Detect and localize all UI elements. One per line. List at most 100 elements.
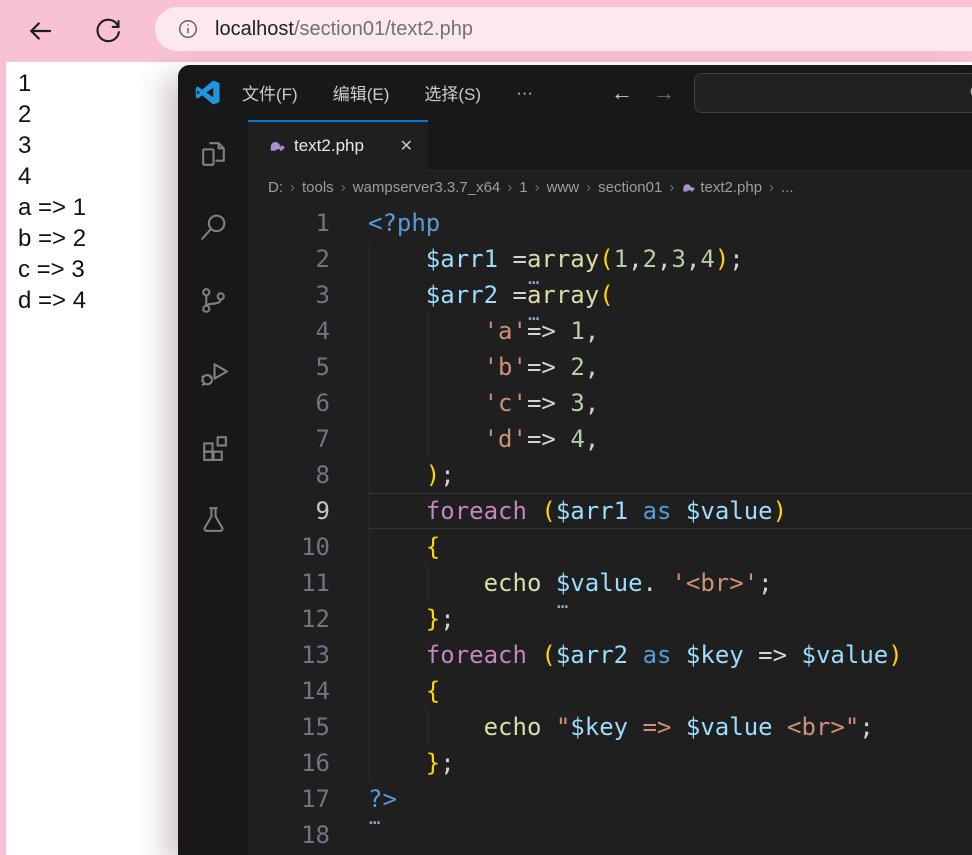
code-line[interactable]: 9 foreach ($arr1 as $value) xyxy=(248,493,972,529)
output-line: 2 xyxy=(18,101,32,128)
code-token: = xyxy=(498,281,527,309)
code-line[interactable]: 7 'd'=> 4, xyxy=(248,421,972,457)
menu-selection[interactable]: 选择(S) xyxy=(420,78,485,107)
menu-more[interactable]: ··· xyxy=(512,81,537,105)
code-line[interactable]: 15 echo "$key => $value <br>"; xyxy=(248,709,972,745)
code-token: ) xyxy=(888,641,903,669)
browser-output: 1 2 3 4 a => 1 b => 2 c => 3 d => 4 xyxy=(18,68,168,316)
code-text: $arr2 =array( xyxy=(330,277,614,332)
breadcrumb-item[interactable]: D: xyxy=(268,179,283,196)
code-line[interactable]: 17 ?> xyxy=(248,781,972,836)
code-token: ; xyxy=(440,461,455,489)
address-bar[interactable]: localhost/section01/text2.php xyxy=(155,7,972,51)
output-line: 4 xyxy=(18,163,32,190)
code-line[interactable]: 3 $arr2 =array( xyxy=(248,277,972,332)
line-number: 8 xyxy=(315,461,330,489)
explorer-icon[interactable] xyxy=(196,137,230,171)
code-token: ; xyxy=(729,245,744,273)
site-info-icon[interactable] xyxy=(177,18,199,40)
code-token: => xyxy=(526,389,571,417)
code-token: $arr1 xyxy=(555,497,629,525)
nav-forward-icon[interactable]: → xyxy=(650,79,678,107)
tab-bar: text2.php ✕ xyxy=(248,120,972,171)
tab-label: text2.php xyxy=(294,136,364,155)
breadcrumb-item[interactable]: 1 xyxy=(519,179,527,196)
code-line[interactable]: 5 'b'=> 2, xyxy=(248,349,972,385)
search-icon[interactable] xyxy=(196,210,230,244)
code-line[interactable]: 11 echo $value. '<br>'; xyxy=(248,565,972,620)
code-token: foreach xyxy=(425,641,527,669)
code-line[interactable]: 6 'c'=> 3, xyxy=(248,385,972,421)
code-token: , xyxy=(584,317,600,345)
code-token: 1 xyxy=(570,317,585,345)
code-line[interactable]: 12 }; xyxy=(248,601,972,637)
breadcrumb-file[interactable]: text2.php xyxy=(681,179,762,196)
breadcrumb-item[interactable]: www xyxy=(547,179,580,196)
breadcrumb: D: › tools › wampserver3.3.7_x64 › 1 › www › … xyxy=(248,170,972,205)
code-token: $value xyxy=(685,713,773,741)
browser-refresh-icon[interactable] xyxy=(90,13,126,49)
line-number: 10 xyxy=(301,533,330,561)
vscode-window: 文件(F) 编辑(E) 选择(S) ··· ← → text2.php ✕ D:… xyxy=(178,65,972,855)
code-line[interactable]: 13 foreach ($arr2 as $key => $value) xyxy=(248,637,972,673)
breadcrumb-item[interactable]: section01 xyxy=(598,179,662,196)
code-token-diagnostic: $value xyxy=(556,565,643,620)
code-token: ( xyxy=(599,245,614,273)
code-token: <?php xyxy=(368,209,441,237)
run-debug-icon[interactable] xyxy=(196,356,230,390)
code-token: 3 xyxy=(671,245,686,273)
source-control-icon[interactable] xyxy=(196,283,230,317)
code-text: 'a'=> 1, xyxy=(330,313,600,349)
code-line[interactable]: 4 'a'=> 1, xyxy=(248,313,972,349)
line-number: 14 xyxy=(301,677,330,705)
code-line[interactable]: 1 <?php xyxy=(248,205,972,241)
line-number: 2 xyxy=(315,245,330,273)
code-token: 1 xyxy=(613,245,629,273)
code-line[interactable]: 16 }; xyxy=(248,745,972,781)
editor-lines[interactable]: 1<?php2 $arr1 =array(1,2,3,4);3 $arr2 =a… xyxy=(248,205,972,855)
command-center-searchbox[interactable] xyxy=(694,73,972,113)
line-number: 3 xyxy=(315,281,330,309)
breadcrumb-item[interactable]: tools xyxy=(302,179,334,196)
code-token: , xyxy=(584,353,600,381)
code-token: , xyxy=(628,245,643,273)
code-line[interactable]: 2 $arr1 =array(1,2,3,4); xyxy=(248,241,972,296)
code-line[interactable]: 10 { xyxy=(248,529,972,565)
code-text: }; xyxy=(330,745,455,781)
tab-text2-php[interactable]: text2.php ✕ xyxy=(248,120,428,170)
browser-back-icon[interactable] xyxy=(22,13,58,49)
breadcrumb-item[interactable]: ... xyxy=(781,179,794,196)
code-line[interactable]: 14 { xyxy=(248,673,972,709)
chevron-right-icon: › xyxy=(586,179,592,196)
vscode-logo-icon xyxy=(195,80,220,105)
code-text: { xyxy=(330,673,440,709)
extensions-icon[interactable] xyxy=(196,429,230,463)
breadcrumb-item[interactable]: wampserver3.3.7_x64 xyxy=(353,179,501,196)
tab-close-icon[interactable]: ✕ xyxy=(397,135,416,157)
chevron-right-icon: › xyxy=(769,179,775,196)
code-line[interactable]: 18 xyxy=(248,817,972,853)
code-token: . xyxy=(642,569,657,597)
code-text: 'b'=> 2, xyxy=(330,349,600,385)
line-number: 4 xyxy=(315,317,330,345)
code-line[interactable]: 8 ); xyxy=(248,457,972,493)
browser-toolbar: localhost/section01/text2.php xyxy=(0,0,972,62)
code-token: 4 xyxy=(570,425,585,453)
menu-edit[interactable]: 编辑(E) xyxy=(329,78,394,107)
code-token: '<br>' xyxy=(671,569,759,597)
code-text: 'c'=> 3, xyxy=(330,385,600,421)
testing-icon[interactable] xyxy=(196,502,230,536)
nav-back-icon[interactable]: ← xyxy=(608,79,636,107)
menu-file[interactable]: 文件(F) xyxy=(238,78,302,107)
code-token: ) xyxy=(714,245,730,273)
